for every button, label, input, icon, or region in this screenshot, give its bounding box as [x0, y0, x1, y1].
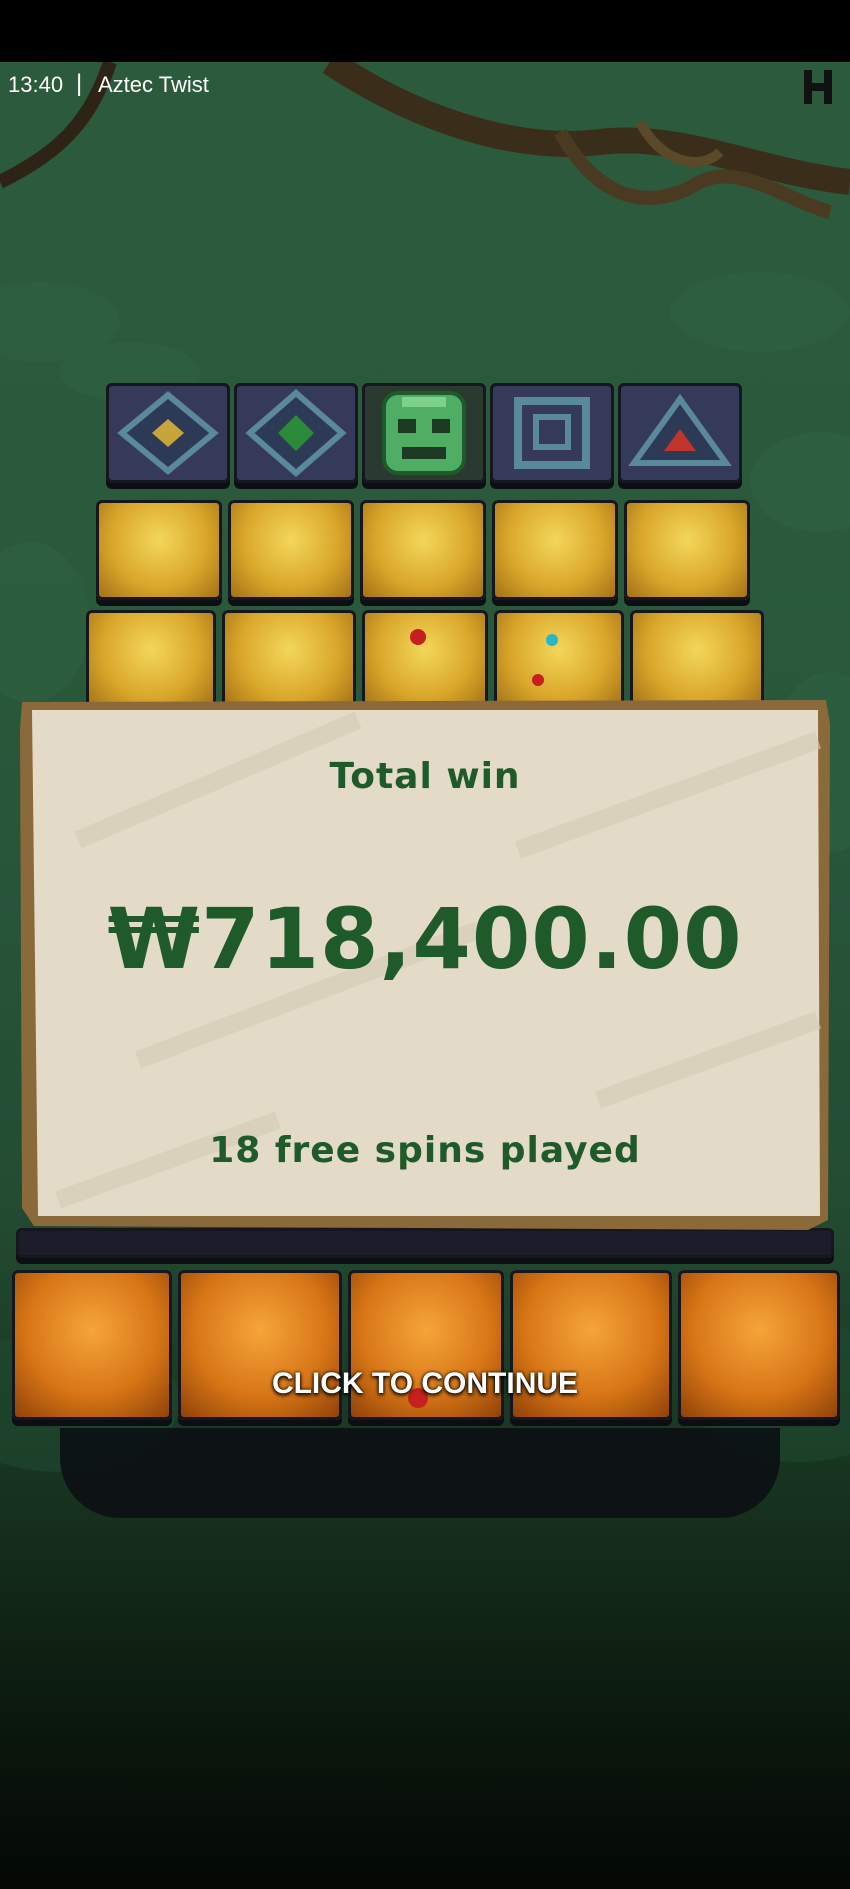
reel-tile-gold-4	[492, 500, 618, 600]
reel-tile-gold-5	[624, 500, 750, 600]
reel-tile-top-5	[618, 383, 742, 483]
square-spiral-icon	[514, 397, 590, 469]
total-win-amount: ₩718,400.00	[107, 890, 743, 988]
reel-tile-top-2	[234, 383, 358, 483]
reel-tile-gold-2	[228, 500, 354, 600]
reel-tile-top-4	[490, 383, 614, 483]
green-diamond-icon	[245, 389, 347, 477]
reel-tile-gold-1	[96, 500, 222, 600]
reel-tile-top-3	[362, 383, 486, 483]
mask-icon	[382, 391, 466, 475]
gold-diamond-icon	[117, 391, 219, 475]
red-gem-icon	[410, 629, 426, 645]
total-win-label: Total win	[329, 756, 521, 797]
reel-base-shadow	[60, 1428, 780, 1518]
free-spins-played-text: 18 free spins played	[209, 1130, 641, 1171]
blue-gem-icon	[532, 634, 558, 686]
reel-tile-gold-9	[494, 610, 624, 710]
reel-tile-gold-3	[360, 500, 486, 600]
reel-tile-gold-10	[630, 610, 764, 710]
reel-tile-gold-6	[86, 610, 216, 710]
reel-tile-gold-8	[362, 610, 488, 710]
reel-tile-dark-row	[16, 1228, 834, 1258]
click-to-continue-button[interactable]: CLICK TO CONTINUE	[0, 1367, 850, 1401]
reel-tile-top-1	[106, 383, 230, 483]
red-triangle-icon	[628, 393, 732, 466]
reel-tile-gold-7	[222, 610, 356, 710]
